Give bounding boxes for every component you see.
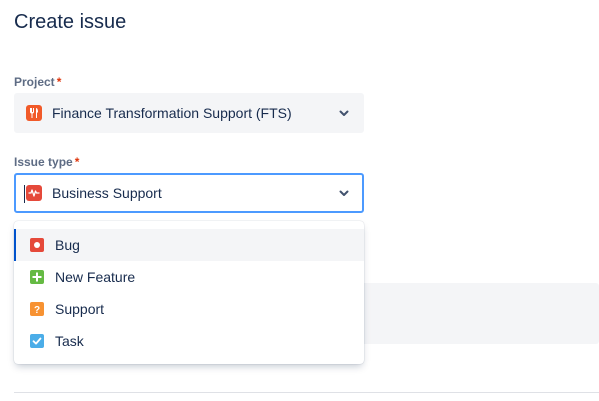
divider <box>14 392 599 393</box>
issue-type-menu: Bug New Feature ? Support Task <box>14 221 364 364</box>
issue-type-select[interactable]: Business Support <box>14 173 364 213</box>
menu-item-label: New Feature <box>55 269 136 285</box>
required-marker: * <box>56 75 62 89</box>
chevron-down-icon[interactable] <box>338 107 350 119</box>
issue-type-label: Issue type * <box>14 155 79 169</box>
project-label: Project * <box>14 75 61 89</box>
chevron-down-icon[interactable] <box>338 187 350 199</box>
menu-item-task[interactable]: Task <box>14 325 364 357</box>
menu-item-bug[interactable]: Bug <box>14 229 364 261</box>
project-select[interactable]: Finance Transformation Support (FTS) <box>14 93 364 133</box>
bug-icon <box>30 238 44 252</box>
project-avatar-icon <box>26 105 42 121</box>
page-title: Create issue <box>14 11 127 33</box>
task-icon <box>30 334 44 348</box>
menu-item-label: Support <box>55 301 105 317</box>
issue-type-label-text: Issue type <box>14 155 73 169</box>
svg-text:?: ? <box>34 305 40 316</box>
menu-item-label: Bug <box>55 237 80 253</box>
issue-type-value: Business Support <box>52 185 162 201</box>
text-cursor <box>24 185 25 203</box>
project-label-text: Project <box>14 75 55 89</box>
create-issue-dialog: Create issue Project * Finance Transforma… <box>0 0 599 401</box>
new-feature-icon <box>30 270 44 284</box>
menu-item-new-feature[interactable]: New Feature <box>14 261 364 293</box>
required-marker: * <box>74 155 80 169</box>
menu-item-support[interactable]: ? Support <box>14 293 364 325</box>
menu-item-label: Task <box>55 333 84 349</box>
support-icon: ? <box>30 302 44 316</box>
project-value: Finance Transformation Support (FTS) <box>52 105 292 121</box>
business-support-icon <box>26 185 42 201</box>
